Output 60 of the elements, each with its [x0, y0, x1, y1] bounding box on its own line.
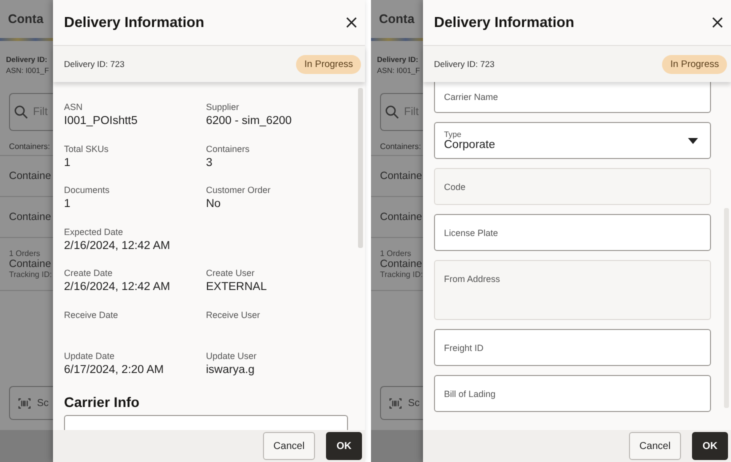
field-label: Type: [444, 130, 462, 139]
barcode-scan-icon: [389, 398, 402, 408]
detail-label: Supplier: [206, 102, 240, 112]
cancel-button[interactable]: Cancel: [629, 432, 681, 460]
detail-value: 2/16/2024, 12:42 AM: [64, 281, 172, 294]
detail-value: 2/16/2024, 12:42 AM: [64, 240, 172, 252]
detail-value: iswarya.g: [206, 364, 256, 376]
select-field[interactable]: Type Corporate: [434, 122, 711, 159]
detail-label: Create User: [206, 268, 256, 278]
input-field[interactable]: Bill of Lading: [434, 375, 711, 412]
input-field[interactable]: [64, 415, 348, 430]
footer-bar: [0, 430, 53, 462]
containers-label: Containers:: [380, 142, 422, 151]
footer-bar: [371, 430, 423, 462]
close-icon[interactable]: [712, 17, 723, 28]
ok-button[interactable]: OK: [692, 432, 728, 460]
scan-button[interactable]: Sc: [380, 386, 423, 420]
dropdown-caret-icon: [688, 138, 698, 144]
delivery-id: Delivery ID: 723: [434, 59, 494, 69]
detail-label: Customer Order: [206, 185, 272, 196]
close-icon[interactable]: [346, 17, 357, 28]
ok-button[interactable]: OK: [326, 432, 362, 460]
decorative-stripe: [0, 38, 53, 41]
detail-value: 3: [206, 156, 214, 169]
detail-label: Create Date: [64, 268, 114, 278]
detail-value: 1: [64, 198, 72, 210]
status-badge: In Progress: [662, 54, 727, 74]
drawer-title: Delivery Information: [434, 14, 574, 30]
detail-value: I001_POIshtt5: [64, 115, 139, 127]
drawer-title: Delivery Information: [64, 14, 204, 30]
page-title: Conta: [379, 12, 414, 26]
detail-label: Expected Date: [64, 226, 124, 237]
input-field[interactable]: Carrier Name: [434, 82, 711, 113]
detail-label: ASN: [64, 102, 84, 112]
detail-label: Update User: [206, 351, 258, 362]
status-badge: In Progress: [296, 54, 361, 74]
scan-button[interactable]: Sc: [9, 386, 53, 420]
detail-label: Receive Date: [64, 310, 120, 320]
detail-value: No: [206, 198, 222, 210]
detail-label: Containers: [206, 144, 251, 154]
field-value: Corporate: [444, 139, 496, 151]
decorative-stripe: [371, 38, 423, 41]
barcode-scan-icon: [18, 398, 31, 408]
detail-value: EXTERNAL: [206, 281, 268, 294]
detail-value: 1: [64, 156, 72, 169]
detail-label: Receive User: [206, 310, 262, 320]
cancel-button[interactable]: Cancel: [263, 432, 315, 460]
input-field[interactable]: License Plate: [434, 214, 711, 251]
input-field[interactable]: Freight ID: [434, 329, 711, 366]
detail-value: 6200 - sim_6200: [206, 115, 293, 127]
search-icon: [14, 105, 28, 119]
detail-value: 6/17/2024, 2:20 AM: [64, 364, 165, 376]
containers-label: Containers:: [9, 142, 51, 151]
detail-label: Total SKUs: [64, 144, 110, 154]
detail-label: Update Date: [64, 351, 116, 362]
page-title: Conta: [8, 12, 44, 26]
delivery-id: Delivery ID: 723: [64, 59, 124, 69]
search-icon: [385, 105, 399, 119]
section-heading: Carrier Info: [64, 394, 140, 410]
detail-label: Documents: [64, 185, 111, 196]
